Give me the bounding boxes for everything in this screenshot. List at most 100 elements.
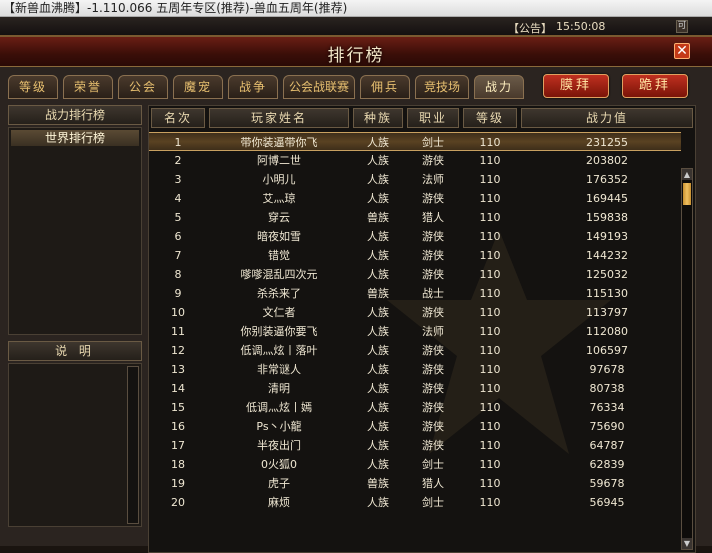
kneel-button[interactable]: 跪拜	[622, 74, 688, 98]
cell-race: 人族	[367, 268, 389, 281]
cell-race: 兽族	[367, 287, 389, 300]
cell-job: 游侠	[422, 401, 444, 414]
table-row[interactable]: 6 暗夜如雪 人族 游侠 110 149193	[149, 227, 681, 246]
col-level-header[interactable]: 等级	[463, 108, 517, 128]
table-row[interactable]: 20 麻烦 人族 剑士 110 56945	[149, 493, 681, 512]
col-name-header[interactable]: 玩家姓名	[209, 108, 349, 128]
table-row[interactable]: 8 嗲嗲混乱四次元 人族 游侠 110 125032	[149, 265, 681, 284]
notice-label[interactable]: 【公告】	[508, 20, 552, 36]
table-row[interactable]: 19 虎子 兽族 猎人 110 59678	[149, 474, 681, 493]
cell-rank: 13	[171, 363, 185, 376]
scroll-down-icon[interactable]: ▼	[682, 538, 692, 549]
table-row[interactable]: 1 带你装逼带你飞 人族 剑士 110 231255	[149, 132, 681, 151]
cell-level: 110	[479, 344, 501, 357]
cell-power: 62839	[589, 458, 625, 471]
cell-name: 穿云	[268, 211, 290, 224]
table-row[interactable]: 5 穿云 兽族 猎人 110 159838	[149, 208, 681, 227]
cell-name: 小明儿	[262, 173, 296, 186]
cell-rank: 8	[174, 268, 182, 281]
table-row[interactable]: 16 Ps丶小龍 人族 游侠 110 75690	[149, 417, 681, 436]
mini-button[interactable]: 可	[676, 20, 688, 33]
cell-name: 你别装逼你要飞	[240, 325, 318, 338]
scroll-up-icon[interactable]: ▲	[682, 169, 692, 180]
col-power-header[interactable]: 战力值	[521, 108, 693, 128]
cell-rank: 7	[174, 249, 182, 262]
tab-level[interactable]: 等级	[8, 75, 58, 99]
cell-level: 110	[479, 249, 501, 262]
cell-power: 106597	[586, 344, 628, 357]
table-row[interactable]: 18 0火狐0 人族 剑士 110 62839	[149, 455, 681, 474]
table-row[interactable]: 3 小明儿 人族 法师 110 176352	[149, 170, 681, 189]
cell-race: 人族	[367, 306, 389, 319]
cell-level: 110	[479, 439, 501, 452]
cell-power: 76334	[589, 401, 625, 414]
description-box	[8, 363, 142, 527]
cell-race: 人族	[367, 439, 389, 452]
cell-race: 人族	[367, 420, 389, 433]
cell-power: 149193	[586, 230, 628, 243]
panel-header: 排行榜 ✕	[0, 37, 712, 67]
table-row[interactable]: 2 阿博二世 人族 游侠 110 203802	[149, 151, 681, 170]
tab-guild[interactable]: 公会	[118, 75, 168, 99]
cell-job: 猎人	[422, 477, 444, 490]
col-rank-header[interactable]: 名次	[151, 108, 205, 128]
table-row[interactable]: 14 清明 人族 游侠 110 80738	[149, 379, 681, 398]
tab-guild-league[interactable]: 公会战联赛	[283, 75, 355, 99]
cell-rank: 11	[171, 325, 185, 338]
cell-job: 游侠	[422, 382, 444, 395]
cell-name: 暗夜如雪	[257, 230, 301, 243]
cell-power: 59678	[589, 477, 625, 490]
cell-level: 110	[479, 382, 501, 395]
table-row[interactable]: 7 错觉 人族 游侠 110 144232	[149, 246, 681, 265]
tab-honor[interactable]: 荣誉	[63, 75, 113, 99]
worship-button[interactable]: 膜拜	[543, 74, 609, 98]
cell-name: 杀杀来了	[257, 287, 301, 300]
table-row[interactable]: 12 低调灬炫丨落叶 人族 游侠 110 106597	[149, 341, 681, 360]
cell-job: 游侠	[422, 249, 444, 262]
cell-power: 97678	[589, 363, 625, 376]
cell-job: 游侠	[422, 268, 444, 281]
cell-rank: 20	[171, 496, 185, 509]
cell-job: 游侠	[422, 420, 444, 433]
cell-rank: 2	[174, 154, 182, 167]
scroll-thumb[interactable]	[683, 183, 691, 205]
cell-level: 110	[479, 458, 501, 471]
description-scrollbar[interactable]	[127, 366, 139, 524]
cell-race: 人族	[367, 458, 389, 471]
cell-rank: 4	[174, 192, 182, 205]
ranking-table: 名次 玩家姓名 种族 职业 等级 战力值 1 带你装逼带你飞 人族 剑士 110 2312…	[148, 105, 696, 553]
close-icon[interactable]: ✕	[674, 43, 690, 59]
sidebar-item-world-ranking[interactable]: 世界排行榜	[11, 130, 139, 146]
col-race-header[interactable]: 种族	[353, 108, 403, 128]
cell-rank: 1	[174, 136, 182, 149]
table-row[interactable]: 17 半夜出门 人族 游侠 110 64787	[149, 436, 681, 455]
table-row[interactable]: 10 文仁者 人族 游侠 110 113797	[149, 303, 681, 322]
cell-power: 125032	[586, 268, 628, 281]
cell-race: 人族	[367, 249, 389, 262]
cell-race: 人族	[367, 230, 389, 243]
cell-job: 游侠	[422, 230, 444, 243]
cell-job: 游侠	[422, 154, 444, 167]
tab-arena[interactable]: 竞技场	[415, 75, 469, 99]
table-row[interactable]: 13 非常谜人 人族 游侠 110 97678	[149, 360, 681, 379]
cell-name: 阿博二世	[257, 154, 301, 167]
table-header: 名次 玩家姓名 种族 职业 等级 战力值	[149, 106, 697, 130]
table-row[interactable]: 15 低调灬炫丨嫣 人族 游侠 110 76334	[149, 398, 681, 417]
cell-power: 115130	[586, 287, 628, 300]
cell-name: 艾灬琼	[262, 192, 296, 205]
table-row[interactable]: 9 杀杀来了 兽族 战士 110 115130	[149, 284, 681, 303]
cell-race: 人族	[367, 401, 389, 414]
tab-pet[interactable]: 魔宠	[173, 75, 223, 99]
table-row[interactable]: 11 你别装逼你要飞 人族 法师 110 112080	[149, 322, 681, 341]
table-scrollbar[interactable]: ▲ ▼	[681, 168, 693, 550]
cell-rank: 14	[171, 382, 185, 395]
tab-mercenary[interactable]: 佣兵	[360, 75, 410, 99]
tab-power[interactable]: 战力	[474, 75, 524, 99]
panel-title: 排行榜	[327, 46, 385, 66]
cell-rank: 19	[171, 477, 185, 490]
cell-level: 110	[479, 211, 501, 224]
tab-war[interactable]: 战争	[228, 75, 278, 99]
col-job-header[interactable]: 职业	[407, 108, 459, 128]
table-row[interactable]: 4 艾灬琼 人族 游侠 110 169445	[149, 189, 681, 208]
cell-name: Ps丶小龍	[256, 420, 302, 433]
